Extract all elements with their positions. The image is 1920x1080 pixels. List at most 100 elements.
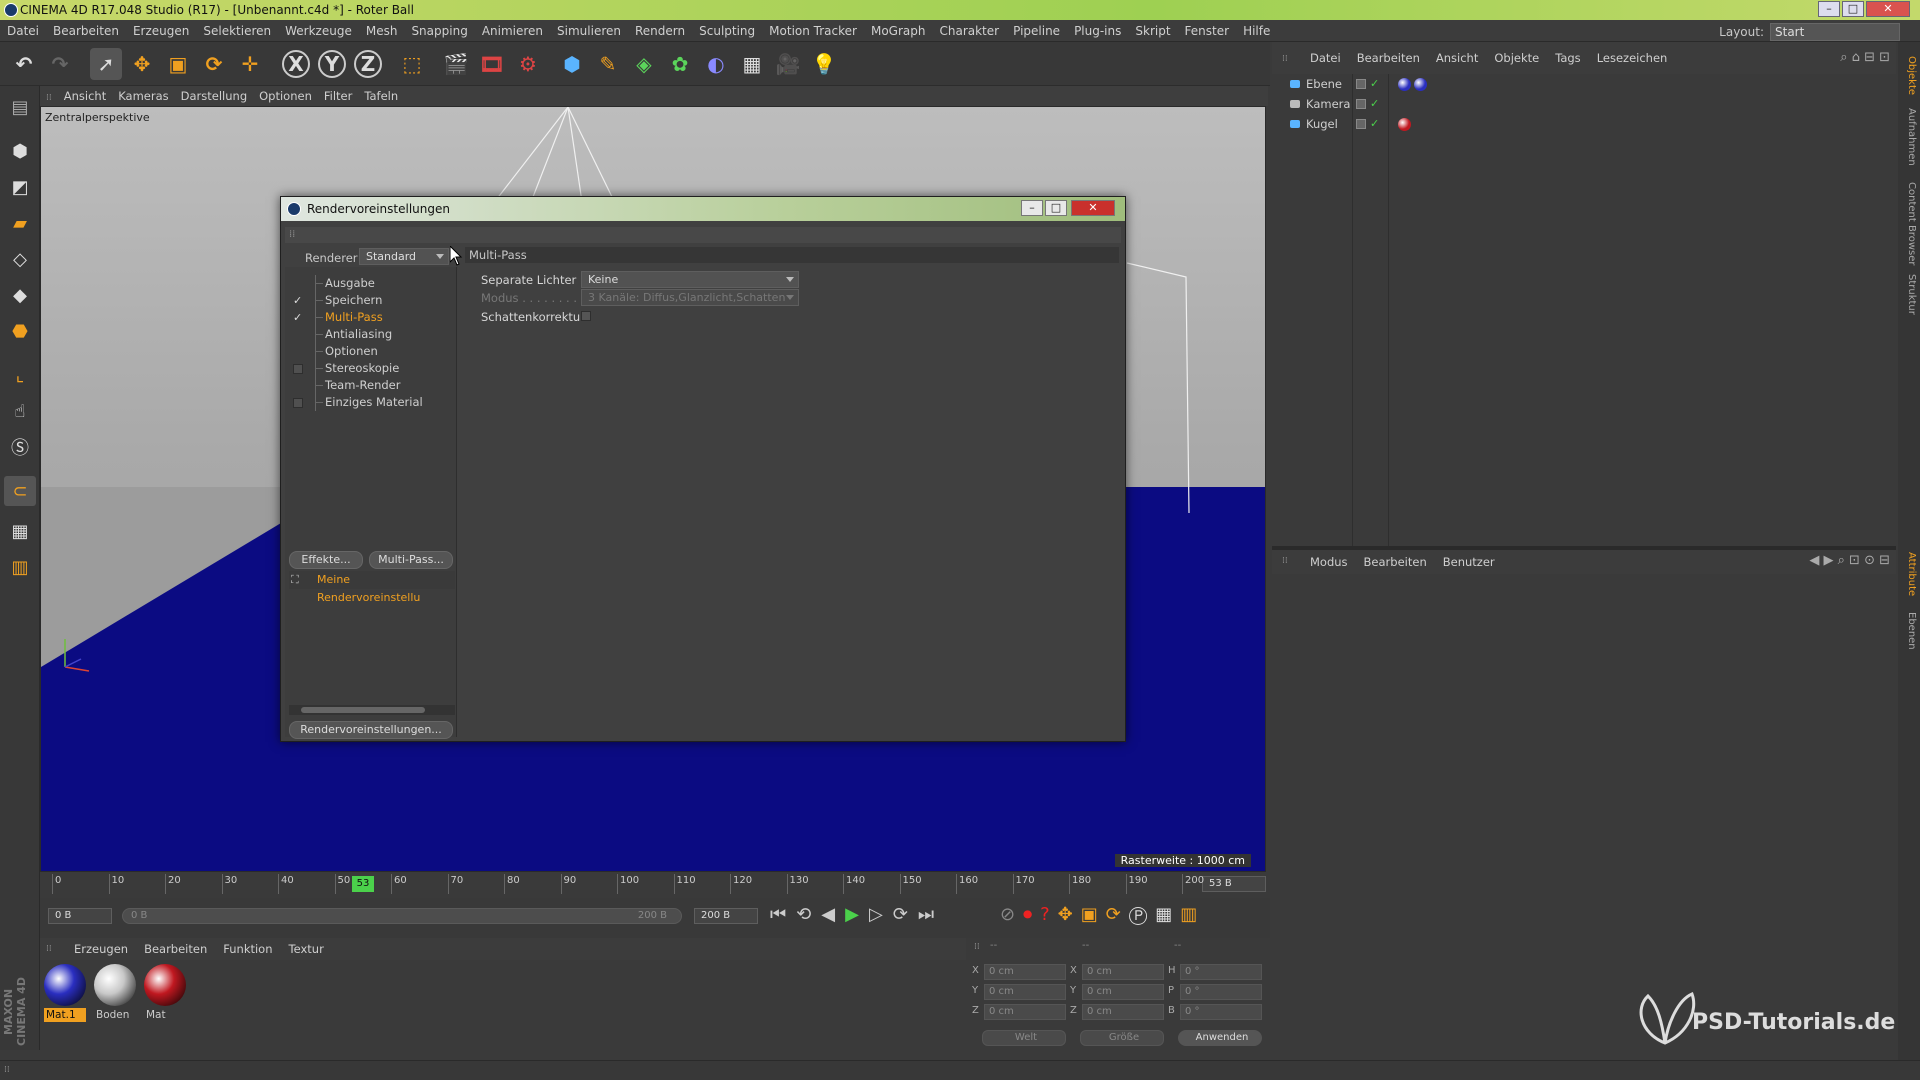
settings-tree-item[interactable]: Team-Render: [285, 377, 457, 394]
record-rotation-icon[interactable]: ⟳: [1106, 904, 1129, 925]
coord-value-field[interactable]: 0 cm: [984, 984, 1066, 1000]
multipass-button[interactable]: Multi-Pass...: [369, 551, 453, 569]
frame-range-slider[interactable]: 0 B 200 B: [122, 908, 682, 924]
layout-selector[interactable]: Layout: Start: [1719, 22, 1900, 42]
settings-tree-item[interactable]: Stereoskopie: [285, 360, 457, 377]
size-dropdown[interactable]: Größe: [1080, 1030, 1164, 1046]
settings-tree-item[interactable]: ✓ Speichern: [285, 292, 457, 309]
coord-value-field[interactable]: 0 cm: [1082, 984, 1164, 1000]
object-menu-item[interactable]: Lesezeichen: [1589, 42, 1676, 74]
render-view-icon[interactable]: 🎬: [440, 48, 472, 80]
coord-value-field[interactable]: 0 cm: [984, 1004, 1066, 1020]
render-settings-button[interactable]: Rendervoreinstellungen...: [289, 721, 453, 739]
grip-icon[interactable]: ⁞⁞: [289, 229, 295, 240]
subdivision-surface-icon[interactable]: ◈: [628, 48, 660, 80]
select-tool-icon[interactable]: ➚: [90, 48, 122, 80]
grip-icon[interactable]: ⁞⁞: [974, 942, 980, 952]
grip-icon[interactable]: ⁞⁞: [1282, 556, 1288, 566]
viewport-menu-item[interactable]: Kameras: [112, 86, 174, 106]
model-mode-icon[interactable]: ⬢: [4, 136, 36, 166]
deformer-icon[interactable]: ◐: [700, 48, 732, 80]
coord-value-field[interactable]: 0 °: [1180, 984, 1262, 1000]
material-tag-icon[interactable]: [1414, 78, 1427, 91]
minimize-button[interactable]: –: [1818, 1, 1840, 17]
dialog-minimize-button[interactable]: –: [1021, 200, 1043, 216]
enabled-check-icon[interactable]: ✓: [1370, 114, 1379, 134]
x-axis-lock-button[interactable]: X: [282, 50, 310, 78]
menu-item[interactable]: Skript: [1128, 20, 1177, 42]
floor-scene-icon[interactable]: ▦: [736, 48, 768, 80]
coord-value-field[interactable]: 0 cm: [1082, 964, 1164, 980]
tweak-mode-icon[interactable]: ☝: [4, 396, 36, 426]
material-tag-icon[interactable]: [1398, 78, 1411, 91]
grip-icon[interactable]: ⁞⁞: [1282, 54, 1288, 64]
camera-icon[interactable]: 🎥: [772, 48, 804, 80]
record-scale-icon[interactable]: ▣: [1081, 904, 1106, 925]
object-menu-item[interactable]: Objekte: [1486, 42, 1547, 74]
viewport-menu-item[interactable]: Optionen: [253, 86, 318, 106]
go-to-start-icon[interactable]: ⏮: [770, 904, 796, 925]
layer-icon[interactable]: [1356, 79, 1366, 89]
menu-item[interactable]: Datei: [0, 20, 46, 42]
start-frame-field[interactable]: 0 B: [48, 908, 112, 924]
menu-item[interactable]: Motion Tracker: [762, 20, 864, 42]
current-frame-field[interactable]: 53 B: [1202, 876, 1266, 892]
settings-tree-item[interactable]: Einziges Material: [285, 394, 457, 411]
undo-icon[interactable]: ↶: [8, 48, 40, 80]
menu-item[interactable]: Bearbeiten: [46, 20, 126, 42]
scrollbar-thumb[interactable]: [301, 707, 425, 713]
coord-value-field[interactable]: 0 cm: [984, 964, 1066, 980]
object-row[interactable]: Kugel ✓: [1272, 114, 1896, 134]
checkbox[interactable]: [293, 364, 303, 374]
timeline-ruler[interactable]: 53 53 B 0 10 20 30 40 50 60 70 80 90 100 110 120 130 1…: [40, 874, 1270, 896]
coord-value-field[interactable]: 0 cm: [1082, 1004, 1164, 1020]
effects-button[interactable]: Effekte...: [289, 551, 363, 569]
material-tag-icon[interactable]: [1398, 118, 1411, 131]
timeline-icon[interactable]: ▥: [1180, 904, 1205, 925]
side-tab[interactable]: Attribute: [1901, 552, 1917, 596]
cloner-icon[interactable]: ✿: [664, 48, 696, 80]
world-dropdown[interactable]: Welt: [982, 1030, 1066, 1046]
menu-item[interactable]: Pipeline: [1006, 20, 1067, 42]
redo-icon[interactable]: ↷: [44, 48, 76, 80]
attribute-menu-item[interactable]: Bearbeiten: [1356, 550, 1435, 574]
viewport-menu-item[interactable]: Tafeln: [358, 86, 404, 106]
settings-tree-item[interactable]: Optionen: [285, 343, 457, 360]
material-swatch[interactable]: Mat.1: [42, 962, 88, 1024]
menu-item[interactable]: Snapping: [404, 20, 474, 42]
object-menu-item[interactable]: Bearbeiten: [1349, 42, 1428, 74]
polygons-mode-icon[interactable]: ⬣: [4, 316, 36, 346]
record-pla-icon[interactable]: ▦: [1155, 904, 1180, 925]
menu-item[interactable]: MoGraph: [864, 20, 933, 42]
settings-tree-item[interactable]: Ausgabe: [285, 275, 457, 292]
keyframe-icon[interactable]: ⊘: [1000, 904, 1023, 925]
grip-icon[interactable]: ⁞⁞: [4, 1065, 10, 1075]
scale-tool-icon[interactable]: ▣: [162, 48, 194, 80]
locked-workplane-icon[interactable]: ▦: [4, 516, 36, 546]
material-menu-item[interactable]: Funktion: [215, 938, 280, 960]
menu-item[interactable]: Animieren: [475, 20, 550, 42]
material-menu-item[interactable]: Textur: [281, 938, 332, 960]
renderer-dropdown[interactable]: Standard: [359, 248, 449, 265]
planar-workplane-icon[interactable]: ▥: [4, 552, 36, 582]
menu-item[interactable]: Simulieren: [550, 20, 628, 42]
coord-value-field[interactable]: 0 °: [1180, 1004, 1262, 1020]
edges-mode-icon[interactable]: ◆: [4, 280, 36, 310]
side-tab[interactable]: Ebenen: [1901, 612, 1917, 650]
coordinate-system-icon[interactable]: ⬚: [396, 48, 428, 80]
light-icon[interactable]: 💡: [808, 48, 840, 80]
layer-icon[interactable]: [1356, 119, 1366, 129]
menu-item[interactable]: Selektieren: [196, 20, 278, 42]
layout-dropdown[interactable]: Start: [1770, 23, 1900, 41]
layer-icon[interactable]: [1356, 99, 1366, 109]
workplane-icon[interactable]: ▤: [4, 92, 36, 122]
settings-tree-item[interactable]: ✓ Multi-Pass: [285, 309, 457, 326]
attribute-menu-item[interactable]: Modus: [1302, 550, 1356, 574]
viewport-menu-item[interactable]: Ansicht: [58, 86, 112, 106]
previous-frame-icon[interactable]: ◀: [821, 904, 845, 925]
record-parameter-icon[interactable]: Ⓟ: [1129, 904, 1155, 925]
side-tab[interactable]: Aufnahmen: [1901, 108, 1917, 166]
check-icon[interactable]: ✓: [293, 295, 304, 306]
spline-pen-icon[interactable]: ✎: [592, 48, 624, 80]
menu-item[interactable]: Plug-ins: [1067, 20, 1128, 42]
